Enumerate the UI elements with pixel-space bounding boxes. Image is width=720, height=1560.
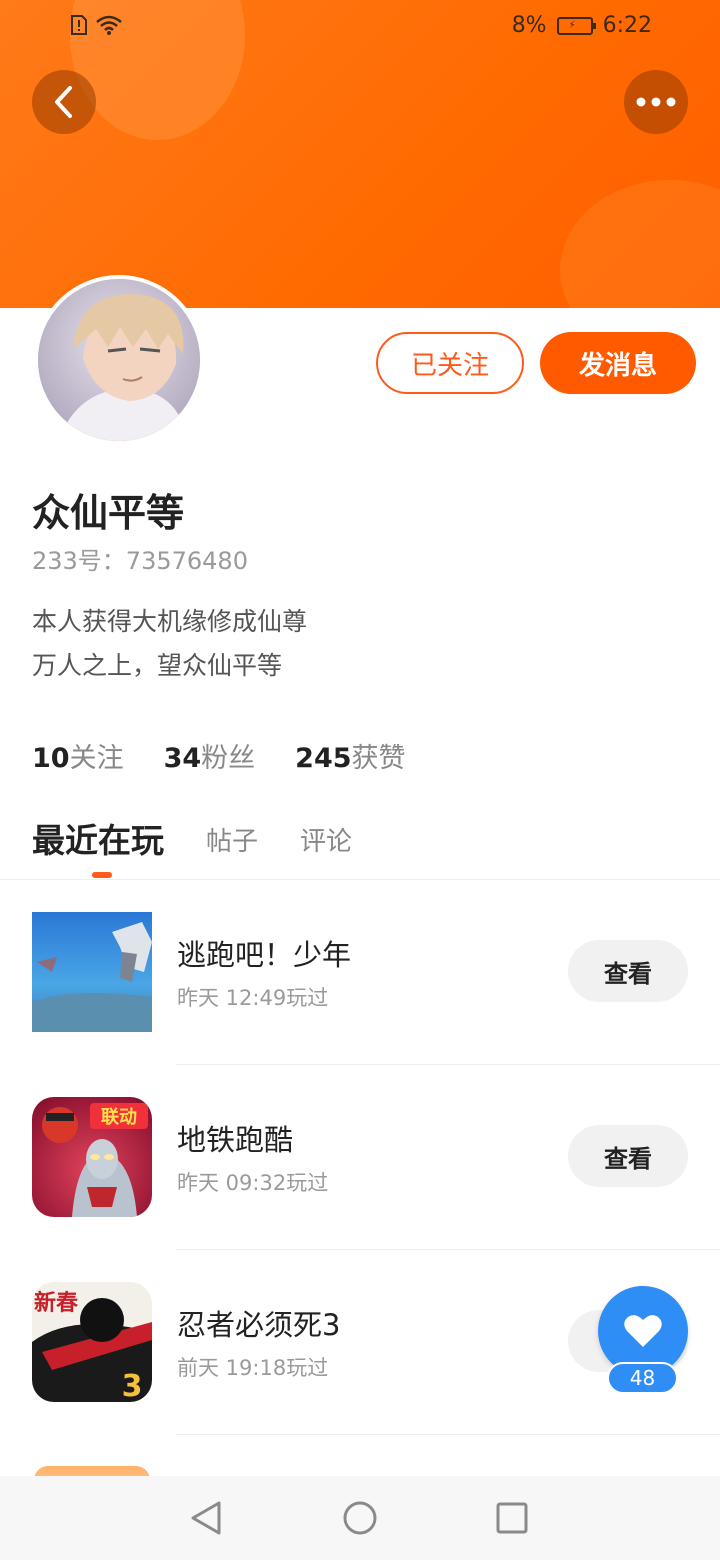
stat-number: 10 (32, 743, 70, 774)
wifi-icon (96, 15, 122, 35)
square-recents-icon (496, 1502, 528, 1534)
nav-recents-button[interactable] (492, 1498, 532, 1538)
send-message-button[interactable]: 发消息 (540, 332, 696, 394)
tab-recently-played[interactable]: 最近在玩 (32, 814, 164, 862)
game-played-time: 前天 19:18玩过 (177, 1356, 329, 1380)
game-thumbnail: 联动 (32, 1097, 152, 1217)
back-button[interactable] (32, 70, 96, 134)
game-name: 逃跑吧！少年 (177, 938, 352, 972)
avatar-illustration (38, 279, 200, 441)
nav-back-button[interactable] (186, 1498, 226, 1538)
game-name: 忍者必须死3 (177, 1308, 341, 1342)
game-thumbnail (32, 912, 152, 1032)
more-options-button[interactable] (624, 70, 688, 134)
more-dots-icon (636, 97, 676, 107)
game-played-time: 昨天 12:49玩过 (177, 986, 329, 1010)
tab-posts[interactable]: 帖子 (206, 821, 258, 862)
status-bar: 8% ⚡ 6:22 (0, 0, 720, 56)
status-icons-right: 8% ⚡ 6:22 (512, 13, 652, 38)
chevron-left-icon (55, 86, 72, 118)
bio-line: 万人之上，望众仙平等 (32, 651, 283, 680)
stat-label: 关注 (69, 743, 124, 774)
bio: 本人获得大机缘修成仙尊 万人之上，望众仙平等 (32, 600, 307, 688)
username: 众仙平等 (32, 491, 185, 535)
battery-icon: ⚡ (556, 16, 596, 35)
system-nav-bar (0, 1476, 720, 1560)
view-button[interactable]: 查看 (568, 940, 688, 1002)
stat-label: 粉丝 (201, 743, 256, 774)
avatar[interactable] (34, 275, 204, 445)
triangle-back-icon (191, 1501, 221, 1535)
divider (176, 1434, 720, 1435)
like-count-badge: 48 (607, 1362, 678, 1394)
view-button[interactable]: 查看 (568, 1125, 688, 1187)
banner-decoration (560, 180, 720, 308)
game-thumbnail: 新春 3 (32, 1282, 152, 1402)
list-item-game[interactable]: 联动 地铁跑酷 昨天 09:32玩过 查看 (0, 1065, 720, 1250)
thumb-badge-text: 3 (122, 1369, 143, 1402)
heart-icon (624, 1315, 662, 1347)
tab-bar: 最近在玩 帖子 评论 (32, 814, 352, 862)
game-played-time: 昨天 09:32玩过 (177, 1171, 329, 1195)
tab-comments[interactable]: 评论 (300, 821, 352, 862)
thumb-badge-text: 联动 (101, 1107, 137, 1128)
stat-number: 34 (163, 743, 202, 774)
stat-label: 获赞 (351, 743, 406, 774)
bio-line: 本人获得大机缘修成仙尊 (32, 607, 308, 636)
tab-indicator (92, 872, 112, 878)
followed-button[interactable]: 已关注 (376, 332, 524, 394)
user-id: 233号：73576480 (32, 547, 248, 575)
circle-home-icon (343, 1501, 377, 1535)
nav-home-button[interactable] (340, 1498, 380, 1538)
stat-likes[interactable]: 245获赞 (295, 736, 405, 775)
list-item-game[interactable]: 逃跑吧！少年 昨天 12:49玩过 查看 (0, 880, 720, 1065)
thumb-badge-text: 新春 (34, 1290, 78, 1316)
status-icons-left (70, 14, 122, 36)
stat-following[interactable]: 10关注 (32, 736, 124, 775)
stat-number: 245 (295, 743, 352, 774)
battery-percent: 8% (511, 13, 547, 38)
stat-followers[interactable]: 34粉丝 (164, 736, 256, 775)
game-name: 地铁跑酷 (177, 1123, 294, 1157)
stats-row: 10关注 34粉丝 245获赞 (32, 736, 406, 775)
sim-alert-icon (71, 15, 87, 35)
clock: 6:22 (602, 13, 652, 38)
